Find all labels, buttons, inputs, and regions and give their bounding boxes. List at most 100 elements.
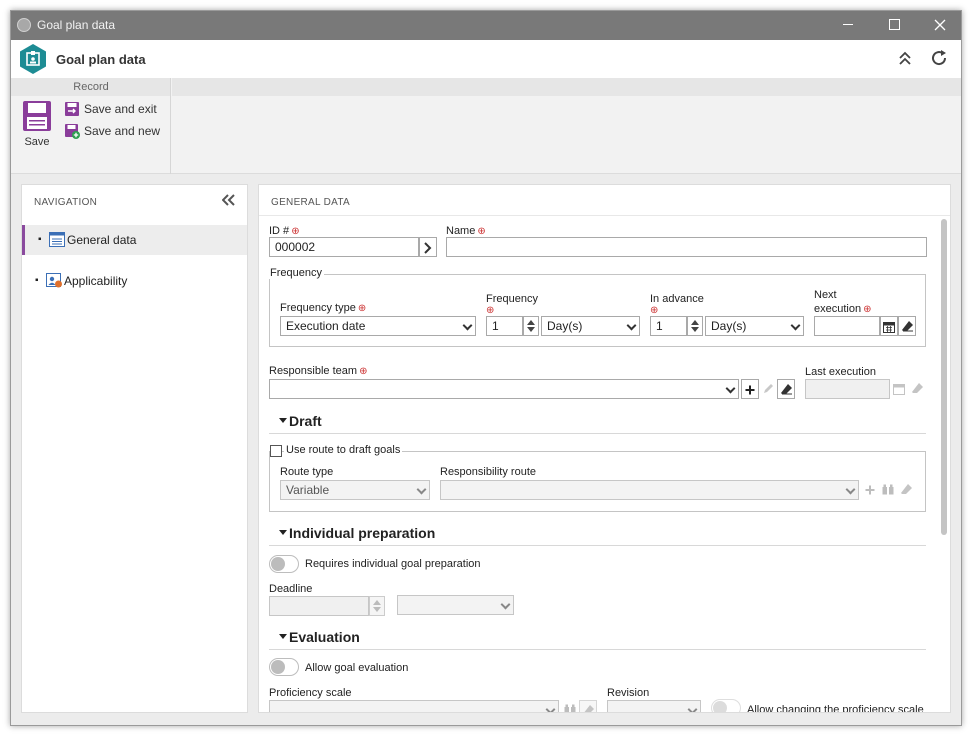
draft-collapse-icon[interactable]: [279, 418, 287, 423]
document-list-icon: [49, 232, 65, 247]
next-execution-calendar-button[interactable]: [880, 316, 898, 336]
clear-proficiency-button: [579, 700, 597, 712]
next-execution-label-line1: Next: [814, 289, 837, 301]
evaluation-collapse-icon[interactable]: [279, 634, 287, 639]
users-applicability-icon: [46, 273, 62, 288]
save-label: Save: [24, 136, 50, 148]
evaluation-section-title[interactable]: Evaluation: [289, 629, 360, 645]
navigation-collapse-button[interactable]: [221, 193, 236, 210]
frequency-group-legend: Frequency: [268, 267, 324, 279]
title-bar: Goal plan data: [11, 11, 961, 40]
use-route-label: Use route to draft goals: [284, 444, 403, 456]
next-execution-clear-button[interactable]: [898, 316, 916, 336]
id-next-button[interactable]: [419, 237, 437, 257]
section-divider: [269, 545, 926, 546]
in-advance-unit-value: Day(s): [711, 319, 747, 333]
responsibility-route-label: Responsibility route: [440, 466, 536, 478]
frequency-required: [486, 304, 494, 316]
save-and-new-button[interactable]: Save and new: [64, 122, 174, 140]
last-execution-clear-button: [908, 379, 926, 399]
ribbon-group-label: Record: [11, 78, 171, 96]
plus-icon: [745, 385, 755, 395]
required-icon: [650, 305, 658, 316]
next-execution-label: execution: [814, 303, 871, 315]
edit-team-button[interactable]: [759, 379, 777, 399]
in-advance-unit-select[interactable]: Day(s): [705, 316, 804, 336]
goal-plan-window: Goal plan data Goal plan data Record Sav…: [10, 10, 962, 726]
required-icon: [291, 226, 299, 237]
required-icon: [486, 305, 494, 316]
page-header: Goal plan data: [11, 40, 961, 78]
refresh-icon[interactable]: [929, 48, 949, 68]
chevron-down-icon: [687, 704, 698, 712]
route-type-label: Route type: [280, 466, 334, 478]
frequency-stepper[interactable]: [523, 316, 539, 336]
name-input[interactable]: [446, 237, 927, 257]
frequency-unit-select[interactable]: Day(s): [541, 316, 640, 336]
individual-section-title[interactable]: Individual preparation: [289, 525, 435, 541]
vertical-scrollbar[interactable]: [941, 219, 947, 535]
allow-evaluation-label: Allow goal evaluation: [305, 662, 409, 674]
save-icon: [23, 101, 51, 131]
chevron-down-icon: [845, 484, 856, 495]
in-advance-stepper[interactable]: [687, 316, 703, 336]
last-execution-input: [805, 379, 890, 399]
maximize-button[interactable]: [871, 11, 917, 40]
minimize-button[interactable]: [825, 11, 871, 40]
individual-collapse-icon[interactable]: [279, 530, 287, 535]
draft-section-title[interactable]: Draft: [289, 413, 322, 429]
save-and-exit-button[interactable]: Save and exit: [64, 100, 174, 118]
allow-evaluation-toggle[interactable]: [269, 658, 299, 676]
responsible-team-label: Responsible team: [269, 365, 367, 377]
clear-route-button: [897, 480, 915, 500]
in-advance-required: [650, 304, 658, 316]
next-execution-label-text: execution: [814, 303, 862, 315]
responsible-team-label-text: Responsible team: [269, 365, 358, 377]
responsible-team-select[interactable]: [269, 379, 739, 399]
in-advance-input[interactable]: 1: [650, 316, 687, 336]
eraser-icon: [780, 384, 792, 395]
nav-item-label: Applicability: [64, 274, 128, 288]
close-icon: [934, 19, 946, 31]
chevron-down-icon: [545, 704, 556, 712]
frequency-type-select[interactable]: Execution date: [280, 316, 476, 336]
navigation-title: NAVIGATION: [34, 197, 98, 208]
save-exit-icon: [65, 102, 79, 116]
route-type-value: Variable: [286, 483, 330, 497]
pencil-icon: [764, 383, 773, 393]
page-title: Goal plan data: [56, 52, 146, 67]
proficiency-scale-label: Proficiency scale: [269, 687, 352, 699]
chevron-right-icon: [424, 241, 432, 254]
id-label: ID #: [269, 225, 300, 237]
nav-item-general-data[interactable]: ▪ General data: [22, 225, 247, 255]
next-execution-input[interactable]: [814, 316, 880, 336]
deadline-stepper: [369, 596, 385, 616]
collapse-up-icon[interactable]: [897, 50, 913, 68]
chevron-down-icon: [416, 484, 427, 495]
use-route-checkbox[interactable]: [270, 445, 282, 457]
close-button[interactable]: [917, 11, 961, 40]
deadline-input: [269, 596, 369, 616]
save-button[interactable]: Save: [19, 100, 55, 154]
required-icon: [358, 303, 366, 314]
allow-change-scale-toggle[interactable]: [711, 699, 741, 712]
route-type-select[interactable]: Variable: [280, 480, 430, 500]
frequency-input[interactable]: 1: [486, 316, 523, 336]
save-new-icon: [65, 124, 80, 139]
frequency-type-label: Frequency type: [280, 302, 366, 314]
goal-plan-logo-icon: [20, 44, 46, 74]
clear-team-button[interactable]: [777, 379, 795, 399]
chevron-down-icon: [790, 320, 801, 331]
app-icon: [17, 18, 31, 32]
nav-item-applicability[interactable]: ▪ Applicability: [22, 266, 247, 296]
individual-preparation-toggle[interactable]: [269, 555, 299, 573]
add-team-button[interactable]: [741, 379, 759, 399]
name-label: Name: [446, 225, 486, 237]
last-execution-calendar-button: [890, 379, 908, 399]
plus-icon: [865, 485, 875, 495]
last-execution-label: Last execution: [805, 366, 876, 378]
deadline-label: Deadline: [269, 583, 313, 595]
ribbon-header-strip: [172, 78, 961, 96]
id-input[interactable]: 000002: [269, 237, 419, 257]
responsibility-route-select[interactable]: [440, 480, 859, 500]
